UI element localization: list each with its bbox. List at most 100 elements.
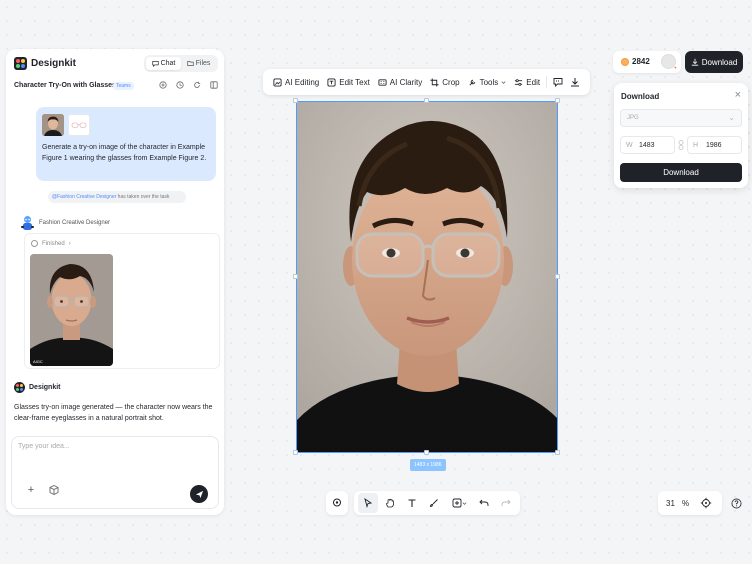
- fit-target-icon[interactable]: [700, 497, 712, 509]
- width-value: 1483: [639, 142, 655, 149]
- task-result-card: Finished › AIGC: [24, 233, 220, 369]
- resize-handle-left[interactable]: [293, 274, 298, 279]
- edit-label: Edit: [526, 77, 541, 87]
- conversation-title: Character Try-On with Glasses: [14, 82, 116, 89]
- takeover-text: has taken over the task: [116, 194, 170, 200]
- text-tool[interactable]: [402, 493, 422, 513]
- add-attachment-icon[interactable]: +: [25, 484, 37, 496]
- canvas-tools-group: [354, 491, 520, 515]
- chat-panel: Designkit Chat Files Character Try-On wi…: [6, 49, 224, 515]
- image-toolbar: AI Editing Edit Text AI Clarity Crop Too…: [263, 69, 590, 95]
- width-field[interactable]: W 1483: [620, 136, 675, 154]
- zoom-value: 31: [666, 499, 675, 508]
- example-figure-2-thumbnail[interactable]: [68, 114, 90, 136]
- format-select[interactable]: JPG ⌄: [620, 109, 742, 127]
- history-icon[interactable]: [175, 81, 184, 91]
- chat-input[interactable]: [18, 443, 212, 473]
- close-icon[interactable]: ×: [735, 90, 741, 101]
- refresh-icon[interactable]: [192, 81, 201, 91]
- height-field[interactable]: H 1986: [687, 136, 742, 154]
- edit-text-icon: [327, 77, 336, 87]
- hand-tool[interactable]: [380, 493, 400, 513]
- user-avatar[interactable]: ✦: [661, 54, 677, 70]
- zoom-control[interactable]: 31 %: [658, 491, 722, 515]
- height-value: 1986: [706, 142, 722, 149]
- download-top-label: Download: [701, 57, 738, 67]
- send-button[interactable]: [190, 485, 208, 503]
- brush-icon: [430, 499, 438, 507]
- cursor-icon: [364, 498, 373, 508]
- example-figure-1-thumbnail[interactable]: [42, 114, 64, 136]
- edit-sliders-icon: [515, 78, 523, 86]
- edit-text-button[interactable]: Edit Text: [323, 72, 374, 92]
- add-chat-icon[interactable]: [158, 81, 167, 91]
- location-pin-icon: [333, 498, 341, 507]
- add-shape-dropdown[interactable]: [446, 493, 472, 513]
- comment-button[interactable]: [549, 72, 567, 92]
- status-circle-icon: [31, 240, 38, 247]
- folder-icon: [186, 61, 194, 66]
- crop-label: Crop: [442, 77, 460, 87]
- credits-count: 2842: [632, 57, 650, 66]
- resize-handle-top[interactable]: [424, 98, 429, 103]
- ai-editing-button[interactable]: AI Editing: [269, 72, 323, 92]
- result-image-thumbnail[interactable]: AIGC: [30, 254, 113, 366]
- coin-icon: [621, 58, 629, 66]
- takeover-agent-mention[interactable]: @Fashion Creative Designer: [52, 194, 116, 200]
- resize-handle-right[interactable]: [555, 274, 560, 279]
- canvas-portrait-image[interactable]: [296, 101, 558, 453]
- task-status[interactable]: Finished ›: [31, 240, 71, 247]
- export-button[interactable]: [566, 72, 584, 92]
- width-label: W: [626, 142, 633, 149]
- chevron-down-icon: ⌄: [728, 113, 735, 122]
- portrait-illustration: [297, 102, 557, 452]
- tab-files-label: Files: [195, 60, 211, 67]
- brand-name: Designkit: [31, 58, 77, 69]
- resize-handle-bottom-right[interactable]: [555, 450, 560, 455]
- tab-files[interactable]: Files: [181, 57, 216, 70]
- tools-dropdown[interactable]: Tools: [464, 72, 511, 92]
- link-aspect-icon[interactable]: [677, 140, 685, 150]
- location-button[interactable]: [326, 491, 348, 515]
- resize-handle-bottom-left[interactable]: [293, 450, 298, 455]
- agent-name: Fashion Creative Designer: [39, 220, 111, 226]
- edit-text-label: Edit Text: [339, 77, 370, 87]
- help-icon: [731, 498, 741, 508]
- chat-input-box: +: [11, 436, 219, 509]
- brush-tool[interactable]: [424, 493, 444, 513]
- add-box-icon: [452, 498, 461, 508]
- ai-editing-label: AI Editing: [285, 77, 320, 87]
- tab-chat[interactable]: Chat: [146, 57, 181, 70]
- designkit-logo-icon: [14, 57, 27, 70]
- undo-icon: [479, 499, 489, 506]
- task-status-label: Finished: [42, 240, 65, 247]
- designkit-avatar-icon: [14, 382, 25, 393]
- takeover-notice: @Fashion Creative Designer has taken ove…: [48, 191, 186, 203]
- aigc-tag: AIGC: [33, 359, 43, 364]
- redo-button[interactable]: [496, 493, 516, 513]
- help-button[interactable]: [726, 493, 746, 513]
- resize-handle-top-left[interactable]: [293, 98, 298, 103]
- panel-tab-switch: Chat Files: [144, 55, 218, 72]
- layout-icon[interactable]: [209, 81, 218, 91]
- assistant-reply: Glasses try-on image generated — the cha…: [14, 404, 213, 422]
- chevron-down-icon: [501, 80, 506, 84]
- toolbar-divider: [546, 76, 547, 88]
- select-tool[interactable]: [358, 493, 378, 513]
- crop-button[interactable]: Crop: [426, 72, 463, 92]
- teams-badge: Teams: [113, 82, 134, 90]
- image-size-badge: 1483 x 1986: [410, 459, 446, 471]
- assistant-name: Designkit: [29, 384, 61, 391]
- resize-handle-bottom[interactable]: [424, 450, 429, 455]
- cube-icon[interactable]: [48, 484, 60, 496]
- redo-icon: [501, 499, 511, 506]
- resize-handle-top-right[interactable]: [555, 98, 560, 103]
- edit-button[interactable]: Edit: [510, 72, 544, 92]
- hand-icon: [386, 498, 394, 508]
- download-top-button[interactable]: Download: [685, 51, 743, 73]
- ai-clarity-button[interactable]: AI Clarity: [374, 72, 426, 92]
- credits-box[interactable]: 2842 ✦: [613, 51, 681, 73]
- conversation-actions: [158, 81, 218, 91]
- download-confirm-button[interactable]: Download: [620, 163, 742, 182]
- undo-button[interactable]: [474, 493, 494, 513]
